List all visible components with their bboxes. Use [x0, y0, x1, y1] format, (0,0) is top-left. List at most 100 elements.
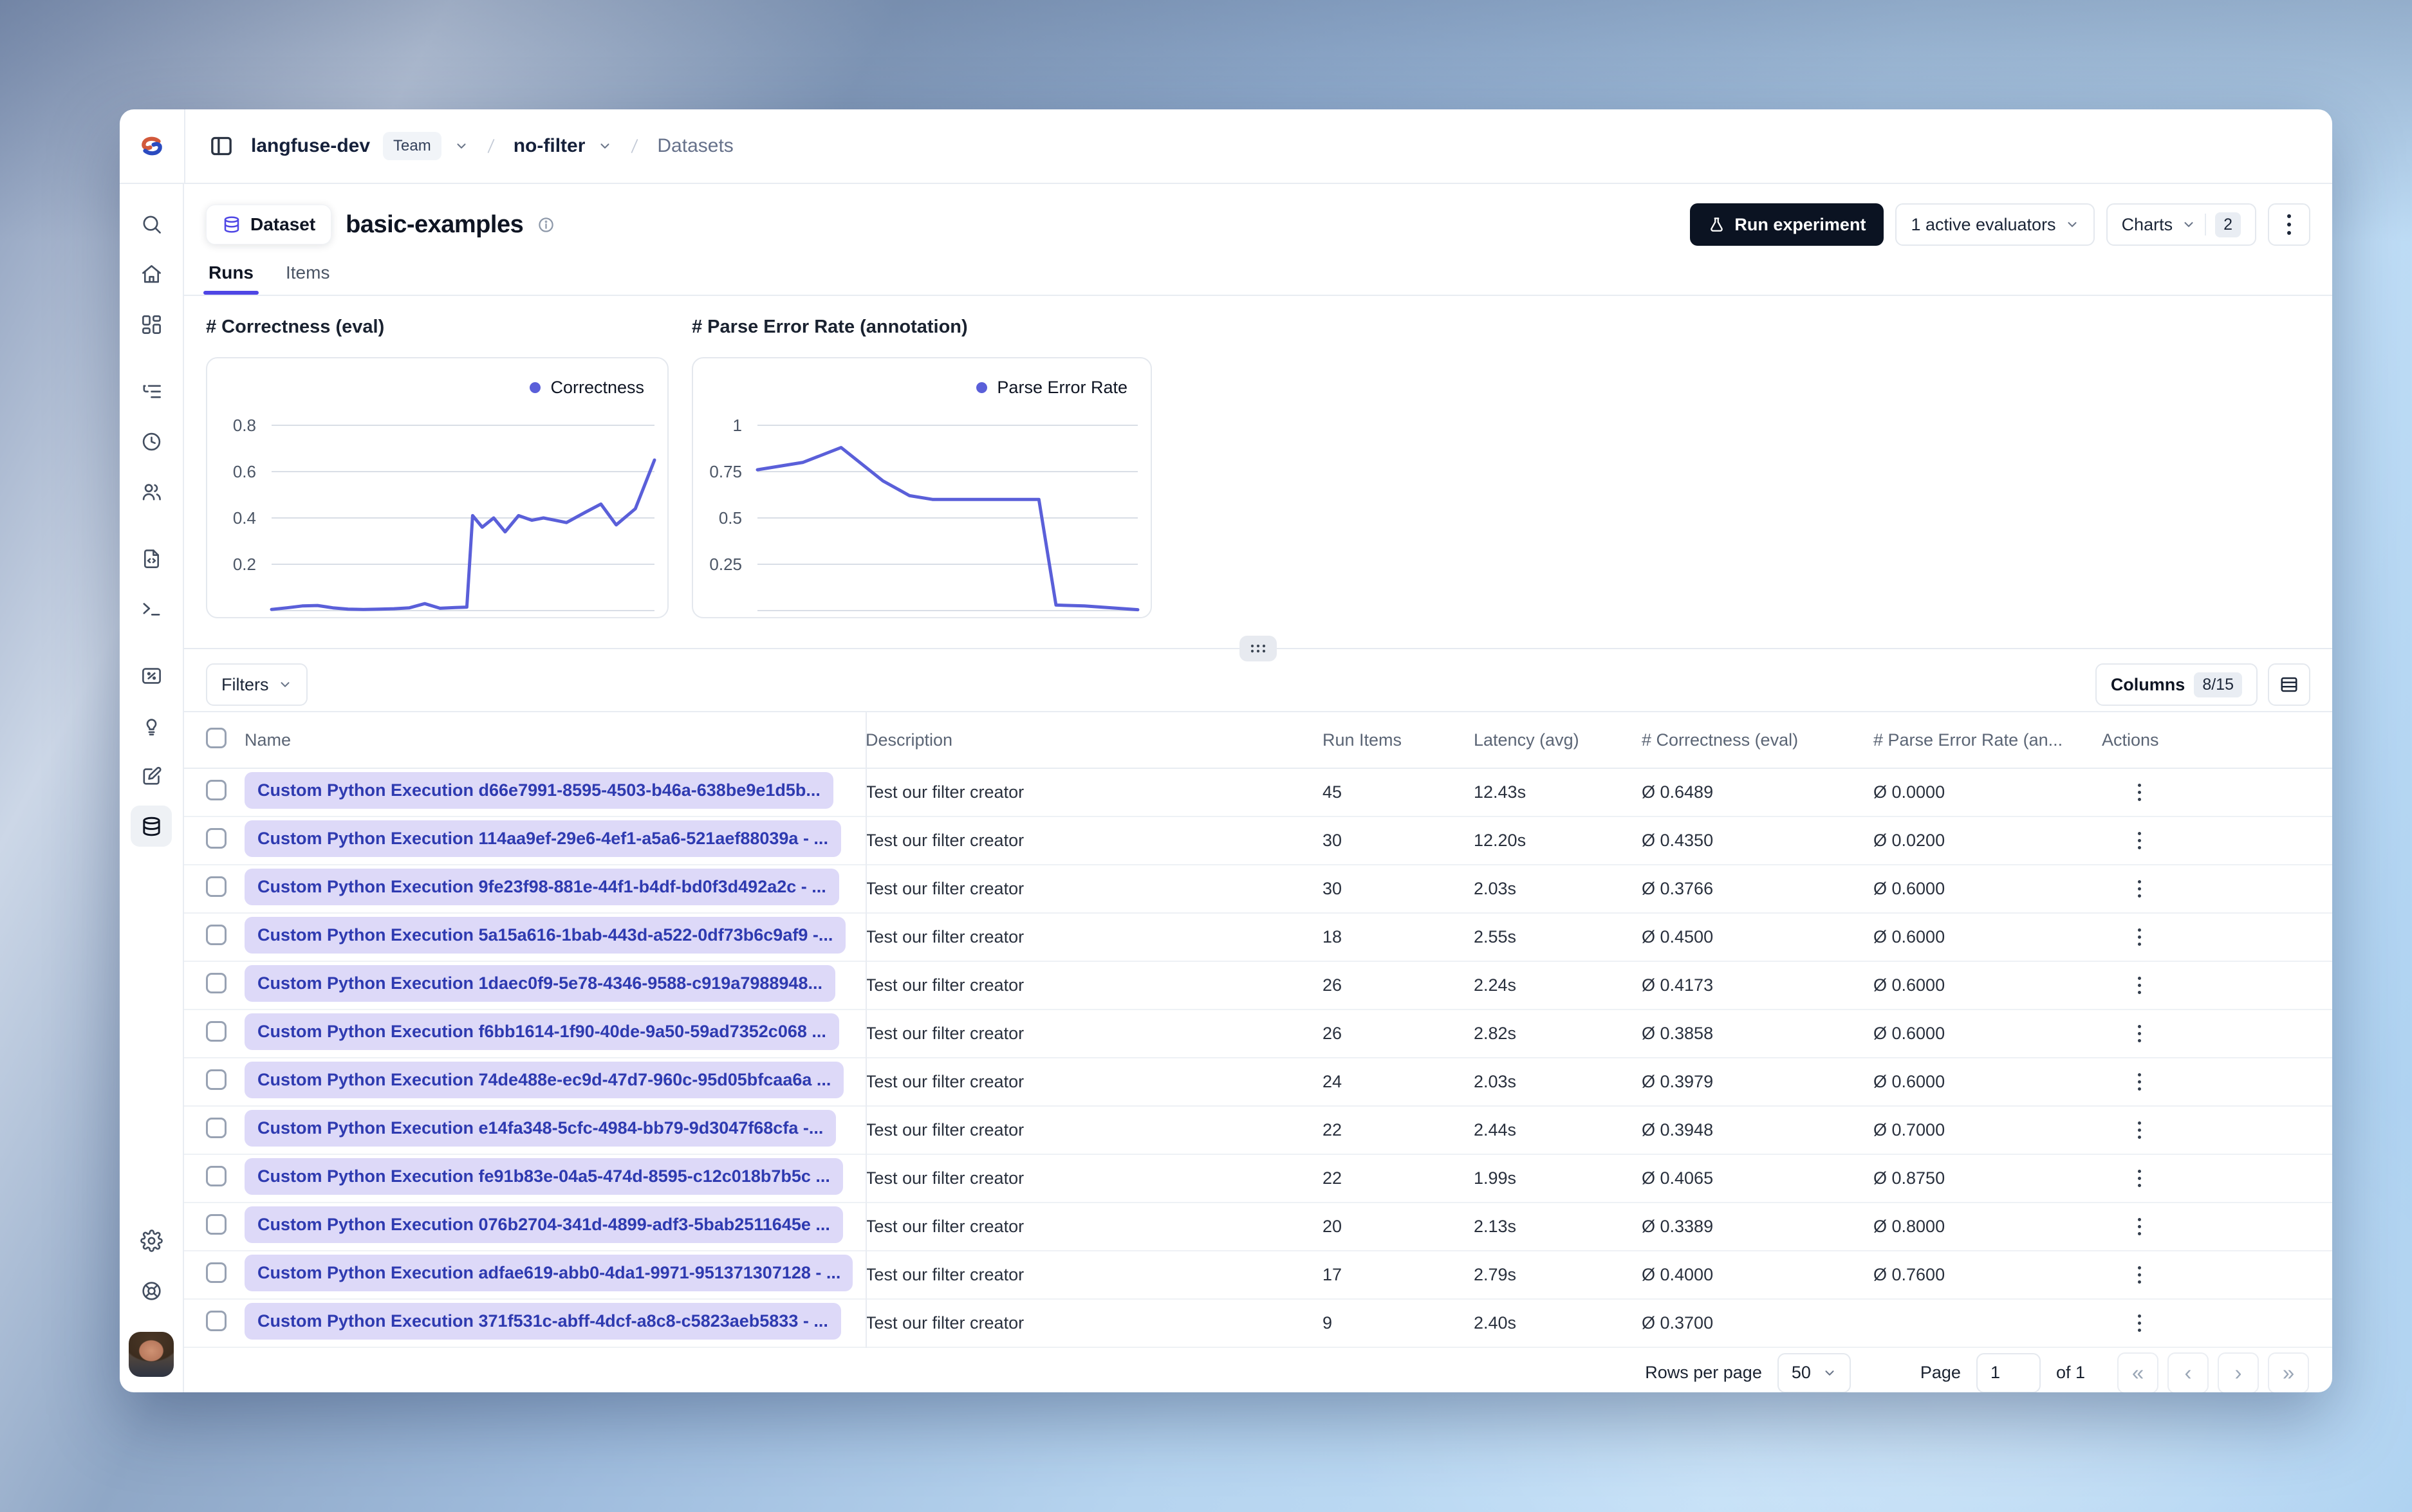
row-checkbox[interactable]: [206, 780, 227, 800]
run-name-link[interactable]: Custom Python Execution 114aa9ef-29e6-4e…: [245, 820, 841, 857]
table-row[interactable]: Custom Python Execution adfae619-abb0-4d…: [184, 1251, 2332, 1300]
sidebar-item-prompts[interactable]: [131, 538, 172, 579]
row-checkbox[interactable]: [206, 1311, 227, 1331]
row-checkbox[interactable]: [206, 876, 227, 897]
topbar: langfuse-dev Team no-filter Datasets: [120, 109, 2332, 184]
rows-per-page-select[interactable]: 50: [1777, 1352, 1851, 1392]
file-code-icon: [144, 549, 159, 568]
sidebar-toggle-button[interactable]: [209, 133, 234, 159]
user-avatar[interactable]: [129, 1332, 174, 1377]
chevron-down-icon[interactable]: [598, 139, 612, 153]
column-header-run-items[interactable]: Run Items: [1322, 730, 1474, 750]
column-header-description[interactable]: Description: [866, 730, 1322, 750]
run-name-link[interactable]: Custom Python Execution e14fa348-5cfc-49…: [245, 1109, 837, 1147]
row-checkbox[interactable]: [206, 1069, 227, 1090]
active-evaluators-button[interactable]: 1 active evaluators: [1895, 203, 2095, 246]
breadcrumb-section[interactable]: Datasets: [657, 135, 733, 157]
sidebar-item-tracing[interactable]: [131, 371, 172, 412]
select-all-checkbox[interactable]: [206, 727, 227, 748]
sidebar-item-users[interactable]: [131, 471, 172, 512]
last-page-button[interactable]: »: [2268, 1352, 2309, 1392]
row-actions-button[interactable]: [2138, 1170, 2141, 1187]
sidebar-item-support[interactable]: [131, 1270, 172, 1311]
row-checkbox[interactable]: [206, 828, 227, 849]
row-actions-button[interactable]: [2138, 1025, 2141, 1042]
app-window: langfuse-dev Team no-filter Datasets Dat…: [120, 109, 2332, 1392]
column-header-parse-error-rate[interactable]: # Parse Error Rate (an...: [1873, 730, 2102, 750]
tab-runs[interactable]: Runs: [203, 263, 259, 295]
row-actions-button[interactable]: [2138, 1121, 2141, 1139]
run-correctness-value: Ø 0.4065: [1642, 1168, 1714, 1188]
page-number-input[interactable]: [1976, 1352, 2041, 1392]
columns-count-badge: 8/15: [2194, 672, 2242, 697]
previous-page-button[interactable]: ‹: [2167, 1352, 2209, 1392]
run-name-link[interactable]: Custom Python Execution 5a15a616-1bab-44…: [245, 916, 846, 954]
sidebar-item-annotation[interactable]: [131, 755, 172, 797]
table-row[interactable]: Custom Python Execution 74de488e-ec9d-47…: [184, 1058, 2332, 1107]
table-row[interactable]: Custom Python Execution fe91b83e-04a5-47…: [184, 1155, 2332, 1203]
sidebar-item-ideas[interactable]: [131, 705, 172, 746]
columns-button[interactable]: Columns 8/15: [2095, 663, 2258, 706]
sidebar-item-evaluation[interactable]: [131, 655, 172, 696]
run-description: Test our filter creator: [866, 1217, 1025, 1236]
tab-items[interactable]: Items: [286, 263, 329, 295]
column-header-name[interactable]: Name: [245, 730, 866, 750]
resize-drag-handle[interactable]: [1239, 636, 1277, 661]
charts-button[interactable]: Charts 2: [2106, 203, 2256, 246]
column-header-correctness[interactable]: # Correctness (eval): [1642, 730, 1873, 750]
column-header-latency[interactable]: Latency (avg): [1474, 730, 1642, 750]
table-row[interactable]: Custom Python Execution 371f531c-abff-4d…: [184, 1300, 2332, 1348]
next-page-button[interactable]: ›: [2218, 1352, 2259, 1392]
row-checkbox[interactable]: [206, 1021, 227, 1042]
table-row[interactable]: Custom Python Execution 114aa9ef-29e6-4e…: [184, 817, 2332, 865]
first-page-button[interactable]: «: [2117, 1352, 2158, 1392]
row-actions-button[interactable]: [2138, 832, 2141, 849]
run-experiment-button[interactable]: Run experiment: [1690, 203, 1884, 246]
run-name-link[interactable]: Custom Python Execution d66e7991-8595-45…: [245, 771, 833, 809]
run-name-link[interactable]: Custom Python Execution fe91b83e-04a5-47…: [245, 1157, 843, 1195]
run-name-link[interactable]: Custom Python Execution adfae619-abb0-4d…: [245, 1254, 853, 1291]
table-row[interactable]: Custom Python Execution 5a15a616-1bab-44…: [184, 914, 2332, 962]
row-actions-button[interactable]: [2138, 880, 2141, 898]
run-name-link[interactable]: Custom Python Execution f6bb1614-1f90-40…: [245, 1013, 839, 1050]
breadcrumb-project[interactable]: no-filter: [514, 135, 586, 157]
row-actions-button[interactable]: [2138, 1073, 2141, 1091]
table-row[interactable]: Custom Python Execution e14fa348-5cfc-49…: [184, 1107, 2332, 1155]
row-checkbox[interactable]: [206, 925, 227, 945]
sidebar-item-sessions[interactable]: [131, 421, 172, 462]
breadcrumb-org[interactable]: langfuse-dev: [251, 135, 370, 157]
row-actions-button[interactable]: [2138, 928, 2141, 946]
row-checkbox[interactable]: [206, 1262, 227, 1283]
row-checkbox[interactable]: [206, 1166, 227, 1186]
row-actions-button[interactable]: [2138, 784, 2141, 801]
table-row[interactable]: Custom Python Execution 076b2704-341d-48…: [184, 1203, 2332, 1251]
run-name-link[interactable]: Custom Python Execution 74de488e-ec9d-47…: [245, 1061, 844, 1098]
run-name-link[interactable]: Custom Python Execution 9fe23f98-881e-44…: [245, 868, 839, 905]
sidebar-item-playground[interactable]: [131, 588, 172, 629]
row-actions-button[interactable]: [2138, 1314, 2141, 1332]
row-checkbox[interactable]: [206, 1214, 227, 1235]
sidebar-item-search[interactable]: [131, 203, 172, 244]
row-actions-button[interactable]: [2138, 977, 2141, 994]
row-checkbox[interactable]: [206, 973, 227, 993]
row-actions-button[interactable]: [2138, 1266, 2141, 1284]
table-row[interactable]: Custom Python Execution 9fe23f98-881e-44…: [184, 865, 2332, 914]
sidebar-item-datasets[interactable]: [131, 806, 172, 847]
run-name-link[interactable]: Custom Python Execution 076b2704-341d-48…: [245, 1206, 843, 1243]
table-row[interactable]: Custom Python Execution 1daec0f9-5e78-43…: [184, 962, 2332, 1010]
run-name-link[interactable]: Custom Python Execution 1daec0f9-5e78-43…: [245, 964, 835, 1002]
sidebar-item-settings[interactable]: [131, 1220, 172, 1261]
row-height-button[interactable]: [2268, 663, 2310, 706]
row-checkbox[interactable]: [206, 1118, 227, 1138]
table-row[interactable]: Custom Python Execution f6bb1614-1f90-40…: [184, 1010, 2332, 1058]
filters-button[interactable]: Filters: [206, 663, 308, 706]
run-name-link[interactable]: Custom Python Execution 371f531c-abff-4d…: [245, 1302, 841, 1340]
run-description: Test our filter creator: [866, 1024, 1025, 1043]
sidebar-item-home[interactable]: [131, 254, 172, 295]
row-actions-button[interactable]: [2138, 1218, 2141, 1235]
header-more-actions-button[interactable]: [2268, 203, 2310, 246]
info-icon[interactable]: [537, 216, 555, 234]
chevron-down-icon[interactable]: [454, 139, 468, 153]
table-row[interactable]: Custom Python Execution d66e7991-8595-45…: [184, 769, 2332, 817]
sidebar-item-dashboards[interactable]: [131, 304, 172, 345]
